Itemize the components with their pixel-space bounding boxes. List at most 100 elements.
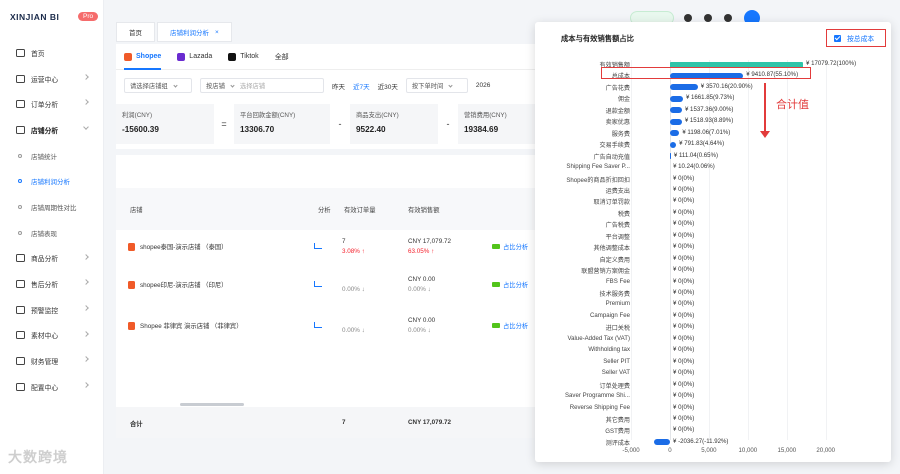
shop-name: shopee印尼-演示店铺 （印尼）	[140, 282, 228, 289]
tab-all[interactable]: 全部	[275, 44, 289, 70]
operator-minus: -	[338, 119, 342, 129]
value-label: ¥ 0(0%)	[673, 392, 695, 400]
chevron-right-icon	[83, 279, 89, 286]
alert-icon	[16, 305, 25, 314]
gift-icon[interactable]	[704, 14, 712, 22]
bar[interactable]	[670, 118, 682, 125]
ratio-analysis-link[interactable]: 占比分析	[492, 321, 528, 330]
finance-icon	[16, 357, 25, 366]
sidebar-item-label: 商品分析	[31, 256, 59, 264]
bar[interactable]	[670, 84, 698, 91]
kpi-payout: 平台回款金额(CNY) 13306.70	[234, 104, 330, 144]
tab-shop-profit[interactable]: 店铺利润分析 ×	[157, 22, 232, 42]
tab-tiktok[interactable]: Tiktok	[228, 44, 259, 70]
table-row-shop-name: shopee印尼-演示店铺 （印尼）	[128, 280, 227, 289]
help-icon[interactable]	[724, 14, 732, 22]
value-label: ¥ 10.24(0.06%)	[673, 163, 715, 171]
category-label: 退款金额	[605, 107, 630, 115]
bar[interactable]	[670, 141, 677, 148]
home-icon	[16, 48, 25, 57]
shopee-icon	[128, 242, 135, 251]
trend-icon[interactable]	[314, 243, 322, 249]
sidebar-item-media[interactable]: 素材中心	[0, 323, 104, 349]
ratio-analysis-link[interactable]: 占比分析	[492, 280, 528, 289]
chevron-right-icon	[83, 99, 89, 106]
filter-row: 请选择店铺组 按店铺 选择店铺 昨天 近7天 近30天 按下单时间 2026	[124, 78, 498, 93]
gridline	[747, 60, 749, 440]
value-label: ¥ 3570.16(20.90%)	[700, 82, 753, 90]
date-range-input[interactable]: 2026	[476, 82, 490, 89]
category-label: Seller VAT	[601, 369, 630, 377]
trend-icon[interactable]	[314, 281, 322, 287]
table-footer: 合计 7 CNY 17,079.72	[116, 407, 536, 438]
value-label: ¥ 791.83(4.64%)	[679, 140, 725, 148]
shop-select[interactable]: 按店铺 选择店铺	[200, 78, 324, 93]
sidebar-sub-shop-periodic[interactable]: 店铺周期性对比	[0, 194, 104, 220]
media-icon	[16, 331, 25, 340]
tab-home[interactable]: 首页	[116, 22, 155, 42]
bell-icon[interactable]	[684, 14, 692, 22]
value-label: ¥ 0(0%)	[673, 197, 695, 205]
sidebar-item-orders[interactable]: 订单分析	[0, 91, 104, 117]
x-tick-label: 20,000	[816, 447, 836, 454]
sidebar-sub-shop-performance[interactable]: 店铺表现	[0, 220, 104, 246]
value-label: ¥ 0(0%)	[673, 220, 695, 228]
time-type-select[interactable]: 按下单时间	[405, 78, 468, 93]
bar[interactable]	[670, 153, 671, 160]
value-label: ¥ 111.04(0.65%)	[673, 151, 719, 159]
link-label: 占比分析	[503, 282, 529, 289]
value-label: ¥ 0(0%)	[673, 243, 695, 251]
sidebar-item-goods[interactable]: 商品分析	[0, 246, 104, 272]
chevron-right-icon	[83, 382, 89, 388]
quick-date-7days[interactable]: 近7天	[353, 81, 370, 91]
sidebar-item-finance[interactable]: 财务管理	[0, 348, 104, 374]
bar[interactable]	[670, 130, 680, 137]
sidebar-item-home[interactable]: 首页	[0, 40, 104, 66]
quick-date-yesterday[interactable]: 昨天	[332, 81, 345, 91]
close-icon[interactable]: ×	[215, 29, 219, 36]
value-label: ¥ 0(0%)	[673, 289, 695, 296]
kpi-label: 营销费用(CNY)	[464, 112, 507, 119]
category-label: 服务费	[611, 130, 630, 138]
chevron-right-icon	[83, 305, 89, 311]
category-label: 联盟营销方案佣金	[581, 268, 630, 276]
horizontal-scrollbar[interactable]	[180, 403, 244, 406]
shop-group-select[interactable]: 请选择店铺组	[124, 78, 192, 93]
category-label: 其他调整成本	[593, 245, 630, 253]
bar[interactable]	[670, 95, 683, 102]
trend-icon[interactable]	[314, 322, 322, 328]
category-label: 技术服务费	[599, 291, 630, 298]
value-label: ¥ 0(0%)	[673, 185, 695, 193]
sidebar-sub-shop-stats[interactable]: 店铺统计	[0, 143, 104, 169]
select-placeholder: 请选择店铺组	[130, 83, 168, 90]
sidebar-item-alert[interactable]: 预警监控	[0, 297, 104, 323]
kpi-value: 13306.70	[240, 125, 275, 134]
sidebar-item-aftersale[interactable]: 售后分析	[0, 271, 104, 297]
tab-shopee[interactable]: Shopee	[124, 44, 162, 70]
gridline	[825, 60, 827, 440]
sidebar-item-shop-analysis[interactable]: 店铺分析	[0, 117, 104, 143]
sidebar-sub-shop-profit[interactable]: 店铺利润分析	[0, 168, 104, 194]
bar[interactable]	[654, 439, 670, 446]
sidebar-item-operations[interactable]: 运营中心	[0, 66, 104, 92]
quick-date-30days[interactable]: 近30天	[378, 81, 398, 91]
sidebar-item-label: 售后分析	[31, 282, 59, 290]
ratio-analysis-link[interactable]: 占比分析	[492, 242, 528, 251]
category-label: 广告花费	[605, 84, 630, 92]
category-label: FBS Fee	[605, 277, 630, 285]
tab-lazada[interactable]: Lazada	[177, 44, 212, 70]
col-header-orders[interactable]: 有效订单量	[344, 188, 375, 230]
value-label: ¥ 17079.72(100%)	[806, 60, 857, 67]
monitor-icon	[16, 74, 25, 83]
sidebar-item-label: 预警监控	[31, 307, 59, 315]
value-label: ¥ 1661.85(9.73%)	[685, 94, 735, 102]
kpi-goods-cost: 商品支出(CNY) 9522.40	[350, 104, 438, 144]
shopee-icon	[124, 52, 132, 61]
shopee-icon	[128, 280, 135, 289]
category-label: Value-Added Tax (VAT)	[567, 334, 630, 342]
bar[interactable]	[670, 107, 682, 114]
annotation-arrow	[764, 83, 766, 133]
bullet-icon	[18, 153, 22, 158]
sidebar-item-settings[interactable]: 配置中心	[0, 374, 104, 400]
col-header-sales[interactable]: 有效销售额	[408, 188, 439, 230]
